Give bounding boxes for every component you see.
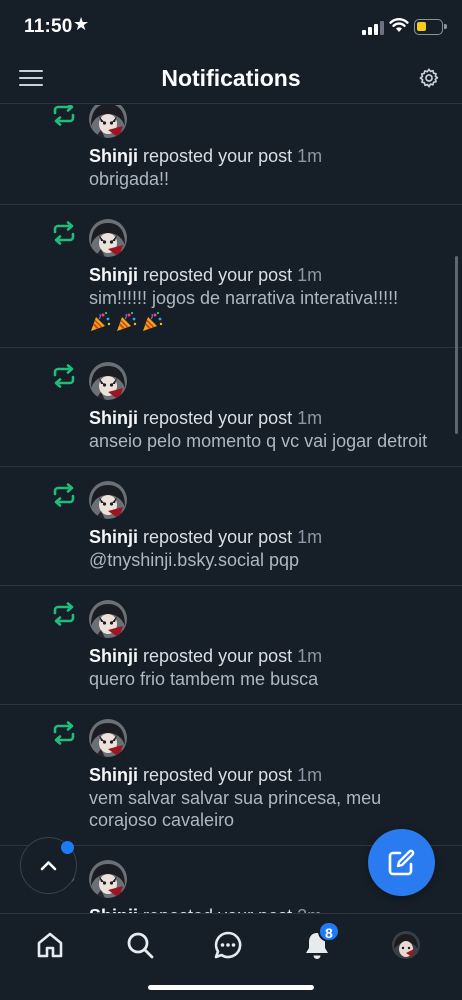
notification-action: reposted your post	[143, 906, 292, 913]
home-icon[interactable]	[34, 929, 66, 961]
scroll-to-top-button[interactable]	[20, 837, 77, 894]
status-bar: 11:50 ★	[0, 0, 462, 56]
avatar[interactable]	[89, 600, 127, 638]
notification-summary: Shinji reposted your post 1m	[89, 764, 442, 786]
notification-item[interactable]: Shinji reposted your post 1m vem salvar …	[0, 705, 462, 846]
chat-bubble-icon[interactable]	[212, 929, 244, 961]
author-name[interactable]: Shinji	[89, 265, 138, 285]
notification-item[interactable]: Shinji reposted your post 1m obrigada!!	[0, 105, 462, 205]
repost-icon	[51, 483, 77, 507]
repost-icon	[51, 364, 77, 388]
notification-action: reposted your post	[143, 146, 293, 166]
author-name[interactable]: Shinji	[89, 146, 138, 166]
party-popper-icon	[89, 311, 111, 333]
notification-summary: Shinji reposted your post 1m	[89, 407, 442, 429]
author-name[interactable]: Shinji	[89, 906, 138, 913]
notification-item[interactable]: Shinji reposted your post 1m @tnyshinji.…	[0, 467, 462, 586]
notification-summary: Shinji reposted your post 1m	[89, 145, 442, 167]
avatar-icon[interactable]	[390, 929, 422, 961]
star-icon: ★	[73, 14, 90, 34]
notification-summary: Shinji reposted your post 1m	[89, 526, 442, 548]
notification-action: reposted your post	[143, 408, 293, 428]
notification-action: reposted your post	[143, 646, 293, 666]
search-icon[interactable]	[124, 929, 156, 961]
notification-item[interactable]: Shinji reposted your post 1m quero frio …	[0, 586, 462, 705]
post-text: anseio pelo momento q vc vai jogar detro…	[89, 431, 428, 451]
repost-icon	[51, 721, 77, 745]
post-text: @tnyshinji.bsky.social pqp	[89, 550, 300, 570]
author-name[interactable]: Shinji	[89, 408, 138, 428]
post-text: obrigada!!	[89, 169, 170, 189]
repost-icon	[51, 602, 77, 626]
gear-icon[interactable]	[418, 67, 440, 89]
post-text: vem salvar salvar sua princesa, meu cora…	[89, 788, 382, 830]
avatar[interactable]	[89, 860, 127, 898]
notification-action: reposted your post	[143, 765, 293, 785]
notification-summary: Shinji reposted your post 1m	[89, 264, 442, 286]
notification-summary: Shinji reposted your post 2m	[89, 905, 442, 913]
status-time: 11:50	[24, 16, 73, 37]
author-name[interactable]: Shinji	[89, 765, 138, 785]
notification-item[interactable]: Shinji reposted your post 1m sim!!!!!! j…	[0, 205, 462, 348]
post-text: quero frio tambem me busca	[89, 669, 319, 689]
avatar[interactable]	[89, 719, 127, 757]
timestamp: 1m	[297, 265, 323, 285]
cellular-signal-icon	[362, 21, 384, 35]
repost-icon	[51, 221, 77, 245]
page-title: Notifications	[161, 65, 301, 91]
compose-pencil-icon	[388, 849, 415, 876]
header: Notifications	[0, 56, 462, 104]
author-name[interactable]: Shinji	[89, 646, 138, 666]
timestamp: 1m	[297, 646, 323, 666]
wifi-icon	[389, 18, 409, 32]
notification-item[interactable]: Shinji reposted your post 1m anseio pelo…	[0, 348, 462, 467]
notifications-feed[interactable]: Shinji reposted your post 1m obrigada!! …	[0, 105, 462, 913]
scrollbar[interactable]	[455, 256, 458, 434]
avatar[interactable]	[89, 105, 127, 138]
party-popper-icon	[115, 311, 137, 333]
notifications-badge: 8	[318, 921, 340, 942]
party-popper-icon	[141, 311, 163, 333]
unread-dot	[61, 841, 74, 854]
notification-action: reposted your post	[143, 265, 293, 285]
timestamp: 1m	[297, 527, 323, 547]
avatar[interactable]	[89, 219, 127, 257]
author-name[interactable]: Shinji	[89, 527, 138, 547]
post-text: sim!!!!!! jogos de narrativa interativa!…	[89, 288, 399, 308]
timestamp: 2m	[297, 906, 322, 913]
notification-summary: Shinji reposted your post 1m	[89, 645, 442, 667]
timestamp: 1m	[297, 765, 323, 785]
avatar[interactable]	[89, 481, 127, 519]
home-indicator	[148, 985, 314, 990]
battery-low-icon	[414, 19, 447, 35]
compose-button[interactable]	[368, 829, 435, 896]
timestamp: 1m	[297, 146, 323, 166]
timestamp: 1m	[297, 408, 323, 428]
emoji-row	[89, 311, 442, 333]
notification-action: reposted your post	[143, 527, 293, 547]
avatar[interactable]	[89, 362, 127, 400]
repost-icon	[51, 105, 77, 126]
